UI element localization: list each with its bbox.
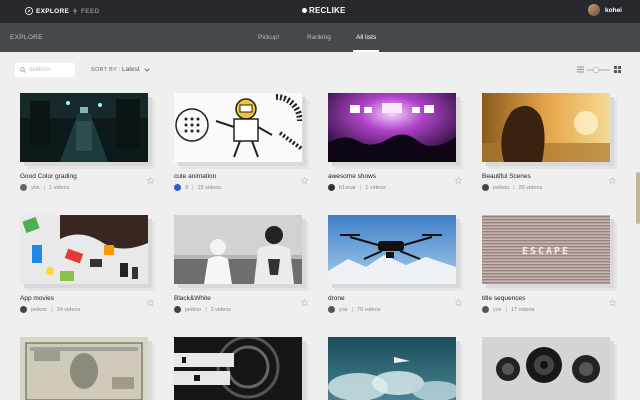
- card-title[interactable]: Beautiful Scenes: [482, 173, 531, 180]
- card-title[interactable]: App movies: [20, 295, 54, 302]
- card-title[interactable]: cute animation: [174, 173, 216, 180]
- card-meta: peikoo | 3 videos: [174, 306, 231, 313]
- card-thumbnail[interactable]: [174, 93, 302, 162]
- star-icon[interactable]: [301, 177, 308, 184]
- card-thumbnail[interactable]: [482, 93, 610, 162]
- user-avatar[interactable]: [482, 306, 489, 313]
- star-icon[interactable]: [455, 177, 462, 184]
- star-icon[interactable]: [301, 299, 308, 306]
- user-avatar[interactable]: [174, 306, 181, 313]
- star-icon[interactable]: [455, 299, 462, 306]
- card-count: 70 videos: [357, 306, 381, 313]
- card-count: 1 videos: [49, 184, 70, 191]
- card-title[interactable]: drone: [328, 295, 345, 302]
- card-user[interactable]: peikoo: [31, 307, 47, 313]
- user-avatar[interactable]: [174, 184, 181, 191]
- card-thumbnail[interactable]: [328, 215, 456, 284]
- meta-divider: |: [351, 306, 353, 313]
- card-thumbnail[interactable]: ESCAPE: [482, 215, 610, 284]
- user-avatar[interactable]: [20, 184, 27, 191]
- user-avatar[interactable]: [328, 184, 335, 191]
- card-user[interactable]: yos: [31, 185, 40, 191]
- card-user[interactable]: 9: [185, 185, 188, 191]
- card-thumbnail[interactable]: [20, 337, 148, 400]
- list-grid: Good Color grading yos | 1 videos cute a…: [0, 0, 640, 400]
- meta-divider: |: [205, 306, 207, 313]
- card-meta: peikoo | 34 videos: [20, 306, 80, 313]
- card-title[interactable]: title sequences: [482, 295, 525, 302]
- card-count: 1 videos: [365, 184, 386, 191]
- card-thumbnail[interactable]: [20, 215, 148, 284]
- card-thumbnail[interactable]: [328, 337, 456, 400]
- star-icon[interactable]: [609, 299, 616, 306]
- card-count: 26 videos: [518, 184, 543, 191]
- scrollbar[interactable]: [636, 172, 640, 224]
- card-count: 15 videos: [197, 184, 222, 191]
- card-title[interactable]: Good Color grading: [20, 173, 77, 180]
- card-meta: 9 | 15 videos: [174, 184, 221, 191]
- card-thumbnail[interactable]: [174, 337, 302, 400]
- meta-divider: |: [359, 184, 362, 191]
- meta-divider: |: [513, 184, 515, 191]
- escape-thumb-text: ESCAPE: [522, 246, 570, 257]
- star-icon[interactable]: [147, 299, 154, 306]
- meta-divider: |: [43, 184, 45, 191]
- card-meta: yos | 70 videos: [328, 306, 381, 313]
- card-meta: b1ocar | 1 videos: [328, 184, 386, 191]
- card-user[interactable]: yos: [493, 307, 502, 313]
- user-avatar[interactable]: [328, 306, 335, 313]
- card-user[interactable]: peikoo: [493, 185, 509, 191]
- card-count: 17 videos: [511, 306, 535, 313]
- card-thumbnail[interactable]: [328, 93, 456, 162]
- star-icon[interactable]: [147, 177, 154, 184]
- meta-divider: |: [505, 306, 507, 313]
- card-meta: yos | 1 videos: [20, 184, 70, 191]
- card-meta: peikoo | 26 videos: [482, 184, 542, 191]
- card-user[interactable]: b1ocar: [339, 185, 356, 191]
- card-thumbnail[interactable]: [482, 337, 610, 400]
- card-count: 3 videos: [210, 306, 232, 313]
- card-title[interactable]: Black&White: [174, 295, 211, 302]
- card-user[interactable]: peikoo: [185, 307, 201, 313]
- star-icon[interactable]: [609, 177, 616, 184]
- user-avatar[interactable]: [20, 306, 27, 313]
- card-thumbnail[interactable]: [174, 215, 302, 284]
- card-thumbnail[interactable]: [20, 93, 148, 162]
- card-count: 34 videos: [56, 306, 81, 313]
- card-meta: yos | 17 videos: [482, 306, 535, 313]
- meta-divider: |: [192, 184, 194, 191]
- card-user[interactable]: yos: [339, 307, 348, 313]
- meta-divider: |: [51, 306, 53, 313]
- card-title[interactable]: awesome shows: [328, 173, 376, 180]
- user-avatar[interactable]: [482, 184, 489, 191]
